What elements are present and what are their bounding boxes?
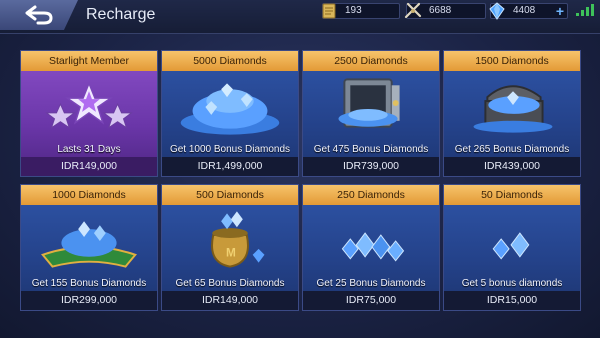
battle-points-icon bbox=[322, 3, 336, 19]
battle-points-value: 193 bbox=[345, 5, 362, 16]
card-price: IDR149,000 bbox=[162, 291, 298, 310]
diamond-safe-icon bbox=[338, 78, 400, 128]
diamond-bag-icon: M bbox=[211, 211, 265, 268]
starlight-stars-icon bbox=[45, 81, 133, 129]
diamonds-1000-card[interactable]: 1000 Diamonds Get 155 Bonus Diamonds IDR… bbox=[20, 184, 158, 311]
diamonds-5000-card[interactable]: 5000 Diamonds Get 1000 Bonus Diamonds ID… bbox=[161, 50, 299, 177]
diamond-chest-icon bbox=[473, 85, 553, 133]
card-title: 1000 Diamonds bbox=[21, 185, 157, 205]
card-price: IDR739,000 bbox=[303, 157, 439, 176]
diamonds-2500-card[interactable]: 2500 Diamonds Get 475 Bonus Diamonds IDR… bbox=[302, 50, 440, 177]
diamonds-counter: 4408 + bbox=[489, 2, 568, 20]
card-title: 5000 Diamonds bbox=[162, 51, 298, 71]
diamond-cushion-icon bbox=[41, 221, 137, 268]
card-title: 2500 Diamonds bbox=[303, 51, 439, 71]
tickets-value: 6688 bbox=[429, 5, 452, 16]
diamonds-value: 4408 bbox=[513, 5, 536, 16]
tickets-icon bbox=[404, 2, 422, 19]
card-price: IDR149,000 bbox=[21, 157, 157, 176]
back-arrow-icon bbox=[25, 5, 53, 25]
card-title: Starlight Member bbox=[21, 51, 157, 71]
back-button[interactable] bbox=[0, 0, 78, 30]
card-price: IDR15,000 bbox=[444, 291, 580, 310]
top-bar: Recharge 193 6688 4408 + bbox=[0, 0, 600, 34]
recharge-grid: Starlight Member Lasts 31 Days IDR149,00… bbox=[20, 50, 581, 312]
card-price: IDR439,000 bbox=[444, 157, 580, 176]
tickets-counter: 6688 bbox=[404, 2, 486, 19]
diamonds-250-card[interactable]: 250 Diamonds Get 25 Bonus Diamonds IDR75… bbox=[302, 184, 440, 311]
diamond-pile-icon bbox=[180, 83, 280, 135]
card-title: 1500 Diamonds bbox=[444, 51, 580, 71]
starlight-member-card[interactable]: Starlight Member Lasts 31 Days IDR149,00… bbox=[20, 50, 158, 177]
card-title: 50 Diamonds bbox=[444, 185, 580, 205]
card-title: 500 Diamonds bbox=[162, 185, 298, 205]
diamonds-500-card[interactable]: 500 Diamonds M Get 65 Bonus Diamonds IDR… bbox=[161, 184, 299, 311]
diamonds-50-card[interactable]: 50 Diamonds Get 5 bonus diamonds IDR15,0… bbox=[443, 184, 581, 311]
card-price: IDR1,499,000 bbox=[162, 157, 298, 176]
card-title: 250 Diamonds bbox=[303, 185, 439, 205]
page-title: Recharge bbox=[86, 6, 156, 23]
diamond-icon bbox=[489, 2, 505, 20]
signal-icon bbox=[576, 4, 596, 16]
diamond-cluster-icon bbox=[341, 232, 405, 262]
card-price: IDR299,000 bbox=[21, 291, 157, 310]
svg-text:M: M bbox=[226, 246, 236, 260]
add-diamonds-button[interactable]: + bbox=[556, 4, 564, 18]
diamonds-1500-card[interactable]: 1500 Diamonds Get 265 Bonus Diamonds IDR… bbox=[443, 50, 581, 177]
card-price: IDR75,000 bbox=[303, 291, 439, 310]
battle-points-counter: 193 bbox=[322, 3, 400, 19]
diamond-few-icon bbox=[492, 232, 530, 260]
